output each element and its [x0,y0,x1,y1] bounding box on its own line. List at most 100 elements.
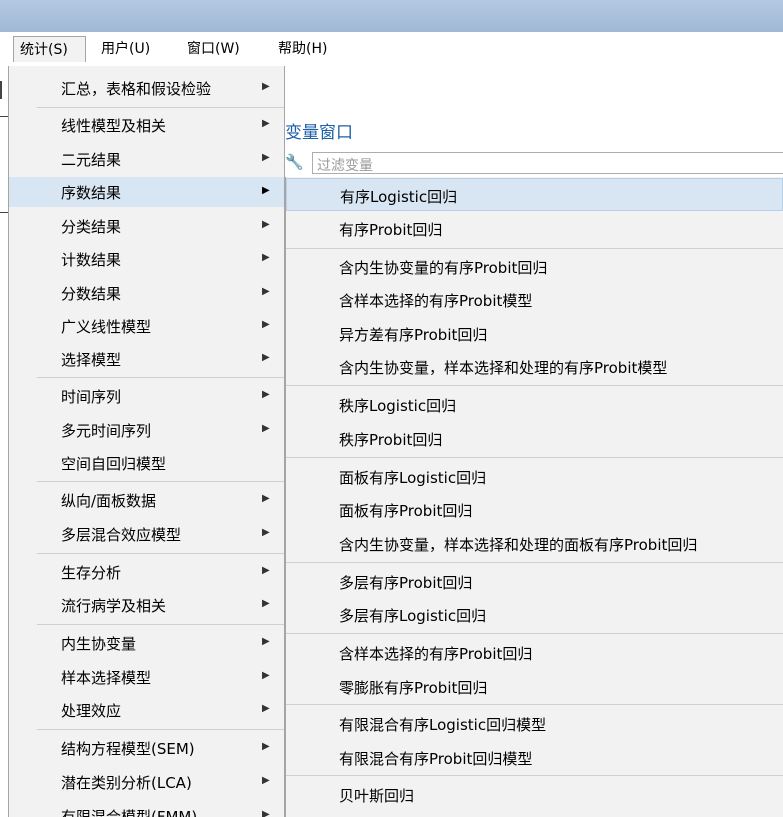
submenu-item-panel-ordered-logistic[interactable]: 面板有序Logistic回归 [286,460,783,493]
menu-item-label: 生存分析 [61,564,122,582]
menu-item-label: 流行病学及相关 [61,597,167,615]
ordinal-outcomes-submenu: 有序Logistic回归 有序Probit回归 含内生协变量的有序Probit回… [285,177,783,817]
submenu-arrow-icon: ▶ [262,598,270,609]
submenu-item-rank-ordered-logistic[interactable]: 秩序Logistic回归 [286,388,783,421]
submenu-item-label: 面板有序Probit回归 [339,502,473,520]
variables-window-title: 变量窗口 [285,123,353,143]
submenu-item-label: 含内生协变量的有序Probit回归 [339,259,548,277]
wrench-icon[interactable]: 🔧 [285,153,304,171]
submenu-item-ordered-probit-selection-regression[interactable]: 含样本选择的有序Probit回归 [286,636,783,669]
submenu-item-label: 含样本选择的有序Probit回归 [339,645,533,663]
menu-item-label: 多元时间序列 [61,422,152,440]
menu-item-label: 汇总，表格和假设检验 [61,80,212,98]
submenu-item-ordered-probit-sample-selection[interactable]: 含样本选择的有序Probit模型 [286,283,783,316]
submenu-arrow-icon: ▶ [262,670,270,681]
menu-bar: 统计(S) 用户(U) 窗口(W) 帮助(H) [0,32,783,66]
menu-item-label: 广义线性模型 [61,318,152,336]
menu-item-summary-tables-tests[interactable]: 汇总，表格和假设检验 ▶ [9,73,284,103]
menu-item-fmm[interactable]: 有限混合模型(FMM) ▶ [9,801,284,817]
menu-item-label: 纵向/面板数据 [61,492,157,510]
menu-item-label: 有限混合模型(FMM) [61,808,198,817]
submenu-item-ordered-logistic[interactable]: 有序Logistic回归 [286,178,783,211]
menu-item-longitudinal-panel[interactable]: 纵向/面板数据 ▶ [9,485,284,515]
menu-item-epidemiology[interactable]: 流行病学及相关 ▶ [9,590,284,620]
menu-item-fractional-outcomes[interactable]: 分数结果 ▶ [9,278,284,308]
submenu-arrow-icon: ▶ [262,319,270,330]
menu-separator [286,457,783,458]
submenu-arrow-icon: ▶ [262,185,270,196]
submenu-item-label: 多层有序Logistic回归 [339,607,487,625]
menu-item-label: 潜在类别分析(LCA) [61,774,192,792]
menu-item-label: 分数结果 [61,285,122,303]
submenu-item-extended-ordered-probit[interactable]: 含内生协变量，样本选择和处理的有序Probit模型 [286,350,783,383]
menu-item-label: 二元结果 [61,151,122,169]
menu-item-label: 内生协变量 [61,635,137,653]
submenu-item-heteroskedastic-ordered-probit[interactable]: 异方差有序Probit回归 [286,317,783,350]
submenu-item-panel-ordered-probit[interactable]: 面板有序Probit回归 [286,493,783,526]
submenu-item-label: 有序Probit回归 [339,221,443,239]
menu-item-choice-models[interactable]: 选择模型 ▶ [9,344,284,374]
menu-item-lca[interactable]: 潜在类别分析(LCA) ▶ [9,767,284,797]
submenu-item-label: 有序Logistic回归 [340,188,458,206]
menu-item-treatment-effects[interactable]: 处理效应 ▶ [9,695,284,725]
submenu-item-fmm-ordered-logistic[interactable]: 有限混合有序Logistic回归模型 [286,707,783,740]
submenu-item-ordered-probit-endogenous[interactable]: 含内生协变量的有序Probit回归 [286,250,783,283]
submenu-item-extended-panel-ordered-probit[interactable]: 含内生协变量，样本选择和处理的面板有序Probit回归 [286,527,783,560]
submenu-item-ordered-probit[interactable]: 有序Probit回归 [286,212,783,245]
menu-item-ordinal-outcomes[interactable]: 序数结果 ▶ [9,177,284,207]
menu-item-survival-analysis[interactable]: 生存分析 ▶ [9,557,284,587]
menu-item-time-series[interactable]: 时间序列 ▶ [9,381,284,411]
menu-item-label: 计数结果 [61,251,122,269]
menu-separator [286,633,783,634]
filter-placeholder: 过滤变量 [317,158,373,174]
menu-item-count-outcomes[interactable]: 计数结果 ▶ [9,244,284,274]
submenu-item-label: 含内生协变量，样本选择和处理的有序Probit模型 [339,359,668,377]
submenu-item-rank-ordered-probit[interactable]: 秩序Probit回归 [286,422,783,455]
submenu-item-label: 面板有序Logistic回归 [339,469,487,487]
menu-item-sample-selection[interactable]: 样本选择模型 ▶ [9,662,284,692]
submenu-item-label: 贝叶斯回归 [339,787,415,805]
menu-item-sem[interactable]: 结构方程模型(SEM) ▶ [9,733,284,763]
submenu-item-label: 秩序Probit回归 [339,431,443,449]
submenu-item-label: 秩序Logistic回归 [339,397,457,415]
menu-separator [286,775,783,776]
menu-help[interactable]: 帮助(H) [272,36,333,62]
submenu-arrow-icon: ▶ [262,527,270,538]
submenu-arrow-icon: ▶ [262,636,270,647]
submenu-item-multilevel-ordered-probit[interactable]: 多层有序Probit回归 [286,565,783,598]
submenu-arrow-icon: ▶ [262,809,270,817]
submenu-item-fmm-ordered-probit[interactable]: 有限混合有序Probit回归模型 [286,741,783,774]
submenu-item-label: 含内生协变量，样本选择和处理的面板有序Probit回归 [339,536,698,554]
menu-separator [37,729,284,730]
submenu-arrow-icon: ▶ [262,389,270,400]
submenu-arrow-icon: ▶ [262,565,270,576]
menu-item-label: 处理效应 [61,702,122,720]
menu-user[interactable]: 用户(U) [95,36,156,62]
menu-item-binary-outcomes[interactable]: 二元结果 ▶ [9,144,284,174]
submenu-item-label: 含样本选择的有序Probit模型 [339,292,533,310]
menu-item-linear-models[interactable]: 线性模型及相关 ▶ [9,110,284,140]
submenu-item-zero-inflated-ordered-probit[interactable]: 零膨胀有序Probit回归 [286,670,783,703]
menu-item-label: 线性模型及相关 [61,117,167,135]
submenu-item-bayesian-regression[interactable]: 贝叶斯回归 [286,778,783,811]
menu-separator [37,377,284,378]
filter-variables-input[interactable]: 过滤变量 [312,152,783,174]
menu-item-spatial-autoregressive[interactable]: 空间自回归模型 [9,448,284,478]
submenu-arrow-icon: ▶ [262,286,270,297]
menu-separator [286,704,783,705]
menu-window[interactable]: 窗口(W) [181,36,246,62]
submenu-item-label: 零膨胀有序Probit回归 [339,679,488,697]
menu-statistics[interactable]: 统计(S) [13,36,86,62]
submenu-arrow-icon: ▶ [262,219,270,230]
menu-item-endogenous-covariates[interactable]: 内生协变量 ▶ [9,628,284,658]
menu-item-label: 结构方程模型(SEM) [61,740,195,758]
submenu-item-label: 异方差有序Probit回归 [339,326,488,344]
menu-separator [37,107,284,108]
submenu-arrow-icon: ▶ [262,423,270,434]
menu-item-categorical-outcomes[interactable]: 分类结果 ▶ [9,211,284,241]
submenu-arrow-icon: ▶ [262,703,270,714]
menu-item-multilevel-mixed-effects[interactable]: 多层混合效应模型 ▶ [9,519,284,549]
submenu-item-multilevel-ordered-logistic[interactable]: 多层有序Logistic回归 [286,598,783,631]
menu-item-multivariate-time-series[interactable]: 多元时间序列 ▶ [9,415,284,445]
menu-item-generalized-linear-models[interactable]: 广义线性模型 ▶ [9,311,284,341]
